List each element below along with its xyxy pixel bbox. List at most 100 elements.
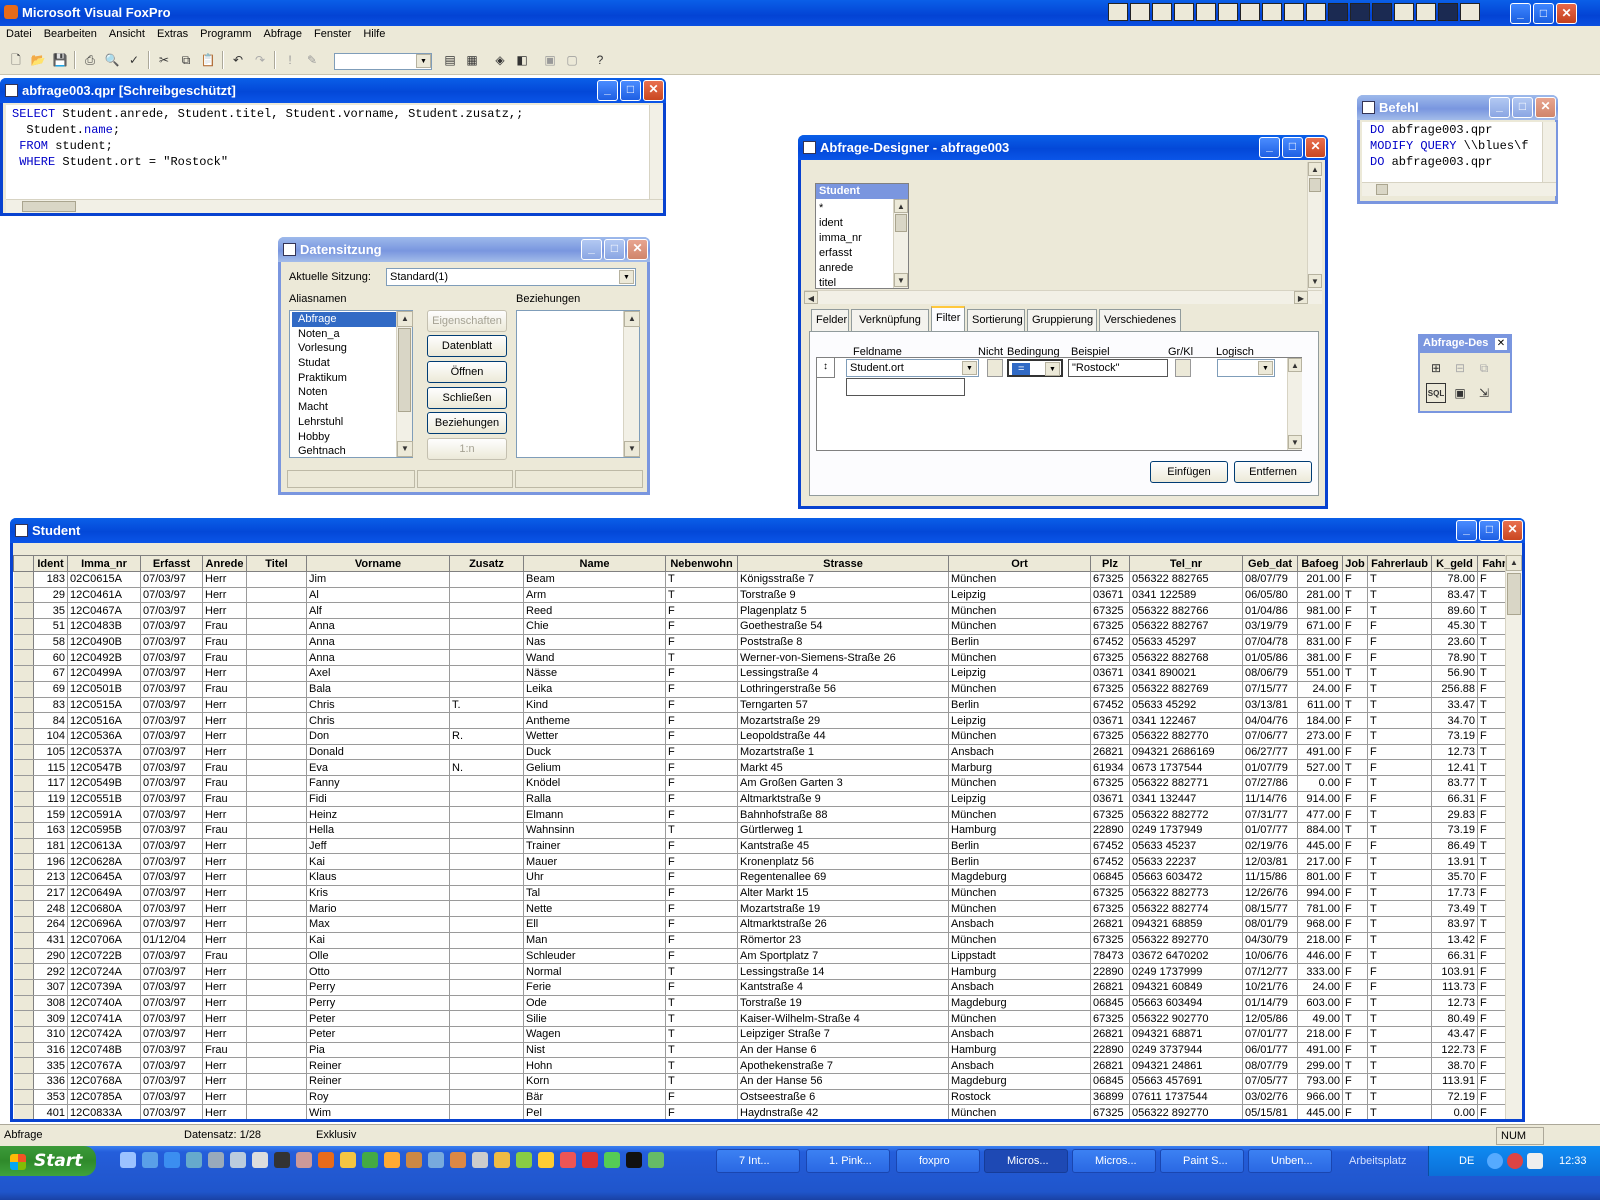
table-cell[interactable]: [449, 571, 524, 588]
table-cell[interactable]: München: [948, 681, 1091, 698]
table-cell[interactable]: F: [1342, 728, 1368, 745]
row-selector[interactable]: [13, 775, 34, 792]
table-cell[interactable]: 307: [33, 979, 68, 996]
table-cell[interactable]: 67325: [1090, 806, 1130, 823]
table-cell[interactable]: Lothringerstraße 56: [737, 681, 949, 698]
table-cell[interactable]: T: [1367, 1073, 1432, 1090]
table-cell[interactable]: Torstraße 9: [737, 587, 949, 604]
table-cell[interactable]: 290: [33, 948, 68, 965]
table-cell[interactable]: 831.00: [1297, 634, 1343, 651]
maximize-button[interactable]: □: [620, 80, 641, 101]
table-cell[interactable]: 07/03/97: [140, 838, 203, 855]
table-cell[interactable]: 05633 45297: [1129, 634, 1243, 651]
table-row[interactable]: 353 12C0785A 07/03/97 Herr Roy Bär F Ostseestra…: [13, 1089, 1517, 1106]
table-cell[interactable]: 07/03/97: [140, 728, 203, 745]
quicklaunch-icon[interactable]: [428, 1152, 444, 1168]
table-cell[interactable]: [449, 1057, 524, 1074]
window-list-icon[interactable]: [1130, 3, 1150, 21]
table-cell[interactable]: Reiner: [306, 1073, 450, 1090]
table-cell[interactable]: Herr: [202, 1057, 247, 1074]
table-cell[interactable]: 07/06/77: [1242, 728, 1298, 745]
row-selector[interactable]: [13, 995, 34, 1012]
tray-icon[interactable]: [1507, 1153, 1523, 1169]
table-cell[interactable]: 12C0724A: [67, 963, 141, 980]
table-cell[interactable]: [449, 838, 524, 855]
table-cell[interactable]: 310: [33, 1026, 68, 1043]
column-header[interactable]: Titel: [246, 555, 307, 572]
vertical-scrollbar[interactable]: [1542, 122, 1556, 182]
table-cell[interactable]: 07/03/97: [140, 1089, 203, 1106]
table-cell[interactable]: F: [1367, 979, 1432, 996]
column-header[interactable]: Zusatz: [449, 555, 524, 572]
copy-icon[interactable]: ⧉: [176, 50, 196, 70]
table-cell[interactable]: 07/05/77: [1242, 1073, 1298, 1090]
student-table-box[interactable]: Student * ident imma_nr erfasst anrede titel …: [815, 183, 909, 289]
column-header[interactable]: Strasse: [737, 555, 949, 572]
table-cell[interactable]: Bär: [523, 1089, 666, 1106]
table-cell[interactable]: 12/03/81: [1242, 853, 1298, 871]
table-cell[interactable]: Anna: [306, 649, 450, 667]
table-cell[interactable]: 03672 6470202: [1129, 948, 1243, 965]
table-cell[interactable]: Hamburg: [948, 822, 1091, 839]
table-cell[interactable]: [246, 932, 307, 949]
table-cell[interactable]: 73.49: [1431, 900, 1478, 918]
table-cell[interactable]: F: [665, 869, 738, 886]
row-selector[interactable]: [13, 602, 34, 620]
table-cell[interactable]: [246, 649, 307, 667]
table-cell[interactable]: Normal: [523, 963, 666, 980]
table-cell[interactable]: Frau: [202, 634, 247, 651]
table-cell[interactable]: 12C0613A: [67, 838, 141, 855]
table-cell[interactable]: Magdeburg: [948, 995, 1091, 1012]
table-cell[interactable]: 07/03/97: [140, 1073, 203, 1090]
table-cell[interactable]: 86.49: [1431, 838, 1478, 855]
table-cell[interactable]: 218.00: [1297, 1026, 1343, 1043]
table-cell[interactable]: An der Hanse 6: [737, 1042, 949, 1059]
menu-item[interactable]: Hilfe: [357, 26, 391, 40]
row-selector[interactable]: [13, 744, 34, 761]
table-cell[interactable]: Herr: [202, 916, 247, 933]
table-cell[interactable]: Schleuder: [523, 948, 666, 965]
table-cell[interactable]: 213: [33, 869, 68, 886]
table-cell[interactable]: F: [665, 1104, 738, 1119]
table-cell[interactable]: 08/15/77: [1242, 900, 1298, 918]
row-selector[interactable]: [13, 665, 34, 682]
table-cell[interactable]: 0673 1737544: [1129, 759, 1243, 776]
sql-view-icon[interactable]: SQL: [1426, 383, 1446, 403]
table-cell[interactable]: [246, 728, 307, 745]
row-selector[interactable]: [13, 759, 34, 776]
window-list-icon[interactable]: [1438, 3, 1458, 21]
alias-list-item[interactable]: Noten_a: [292, 327, 396, 342]
table-cell[interactable]: F: [1342, 571, 1368, 588]
table-cell[interactable]: 84: [33, 712, 68, 729]
fieldname-select[interactable]: Student.ort ▼: [846, 359, 979, 377]
table-cell[interactable]: 08/07/79: [1242, 571, 1298, 588]
window-list-icon[interactable]: [1108, 3, 1128, 21]
table-cell[interactable]: 333.00: [1297, 963, 1343, 980]
table-cell[interactable]: 11/14/76: [1242, 791, 1298, 808]
minimize-button[interactable]: _: [1489, 97, 1510, 118]
table-cell[interactable]: [246, 1057, 307, 1074]
table-row[interactable]: 310 12C0742A 07/03/97 Herr Peter Wagen T Leipzi…: [13, 1026, 1517, 1043]
window-list-icon[interactable]: [1372, 3, 1392, 21]
table-cell[interactable]: 67452: [1090, 697, 1130, 714]
table-cell[interactable]: Wahnsinn: [523, 822, 666, 839]
table-cell[interactable]: F: [665, 681, 738, 698]
table-row[interactable]: 159 12C0591A 07/03/97 Herr Heinz Elmann F Bahnh…: [13, 806, 1517, 823]
table-cell[interactable]: [246, 665, 307, 682]
table-cell[interactable]: Silie: [523, 1010, 666, 1027]
table-cell[interactable]: [449, 885, 524, 902]
table-cell[interactable]: [449, 1104, 524, 1119]
table-cell[interactable]: 07611 1737544: [1129, 1089, 1243, 1106]
table-cell[interactable]: Magdeburg: [948, 1073, 1091, 1090]
table-cell[interactable]: Frau: [202, 791, 247, 808]
table-cell[interactable]: Bala: [306, 681, 450, 698]
tab-filter[interactable]: Filter: [931, 306, 965, 331]
scroll-right-icon[interactable]: ▶: [1294, 291, 1308, 304]
table-cell[interactable]: 35.70: [1431, 869, 1478, 886]
table-cell[interactable]: [449, 791, 524, 808]
table-cell[interactable]: 611.00: [1297, 697, 1343, 714]
table-cell[interactable]: 35: [33, 602, 68, 620]
table-cell[interactable]: Anna: [306, 618, 450, 635]
table-cell[interactable]: T: [1342, 759, 1368, 776]
scroll-down-icon[interactable]: ▼: [894, 273, 908, 287]
